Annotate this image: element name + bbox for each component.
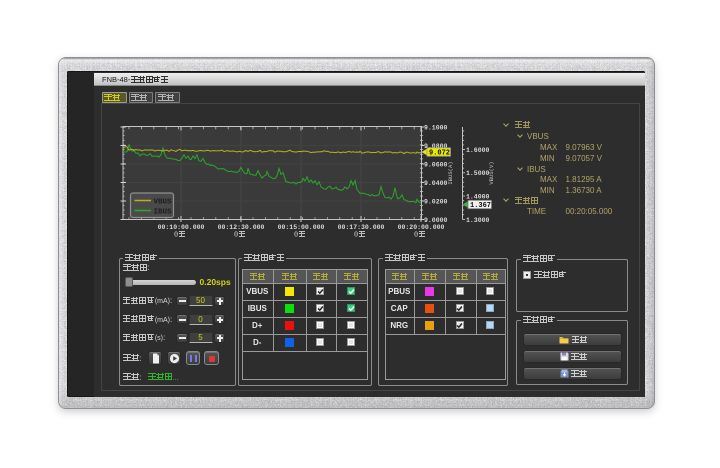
svg-text:00:17:30.000: 00:17:30.000	[338, 224, 385, 231]
svg-text:9.072: 9.072	[429, 150, 450, 158]
svg-text:9.1000: 9.1000	[424, 124, 448, 131]
svg-text:00:10:00.000: 00:10:00.000	[158, 224, 205, 231]
svg-text:1.367: 1.367	[470, 202, 491, 210]
svg-text:00:12:30.000: 00:12:30.000	[218, 224, 265, 231]
svg-text:00:15:00.000: 00:15:00.000	[278, 224, 325, 231]
svg-text:VBUS: VBUS	[154, 198, 173, 206]
svg-text:IBUS: IBUS	[154, 208, 173, 216]
svg-text:1.3000: 1.3000	[466, 217, 490, 224]
svg-text:00:20:00.000: 00:20:00.000	[398, 224, 445, 231]
